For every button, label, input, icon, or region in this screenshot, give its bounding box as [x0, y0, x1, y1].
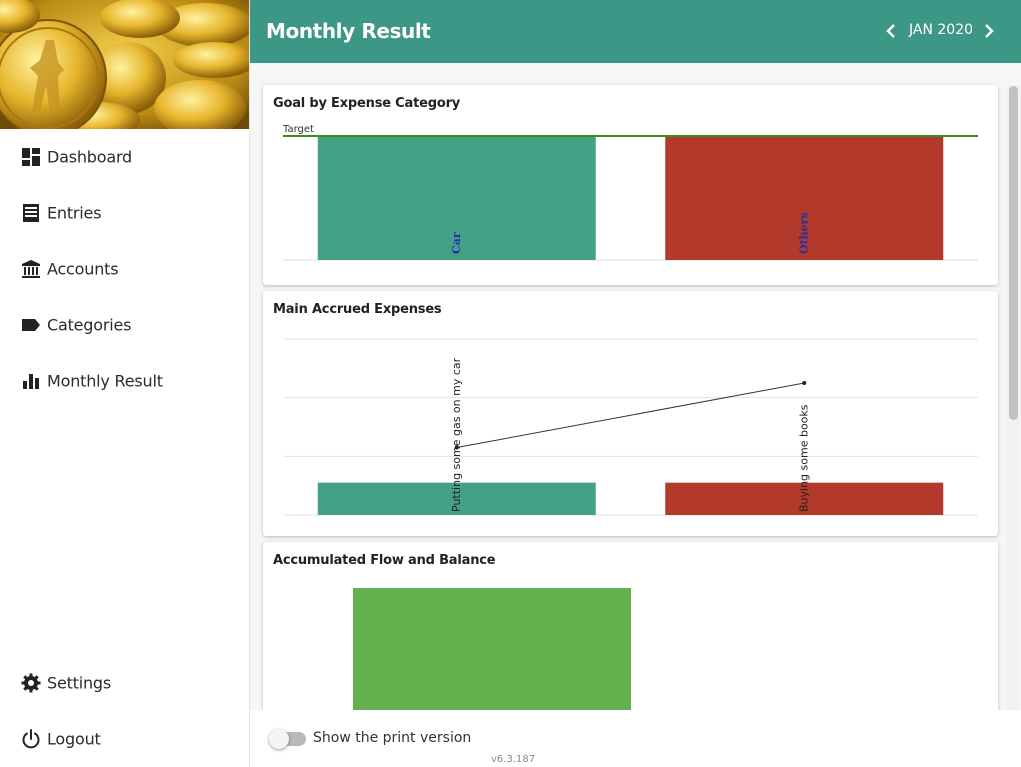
sidebar-item-label: Logout	[47, 729, 101, 749]
main-content: Goal by Expense Category Car Others Target…	[250, 63, 1021, 710]
version-label: v6.3.187	[491, 754, 536, 765]
goal-by-category-card: Goal by Expense Category Car Others Target	[263, 85, 998, 285]
bar-label-car: Car	[450, 232, 463, 254]
sidebar-item-categories[interactable]: Categories	[0, 297, 249, 353]
chevron-left-icon[interactable]	[884, 21, 898, 41]
label-icon	[21, 315, 41, 335]
sidebar-item-monthly-result[interactable]: Monthly Result	[0, 353, 249, 409]
bar-chart-icon	[21, 371, 41, 391]
sidebar-item-dashboard[interactable]: Dashboard	[0, 129, 249, 185]
bar-label-others: Others	[797, 212, 810, 254]
bar-accumulated-flow	[353, 588, 631, 710]
goal-by-category-chart: Car Others Target	[282, 124, 978, 261]
print-version-label: Show the print version	[313, 730, 472, 746]
bar-label-expense-2: Buying some books	[797, 404, 810, 512]
sidebar-item-logout[interactable]: Logout	[0, 711, 249, 767]
sidebar-item-accounts[interactable]: Accounts	[0, 241, 249, 297]
chevron-right-icon[interactable]	[982, 21, 996, 41]
power-icon	[21, 729, 41, 749]
accumulated-flow-card: Accumulated Flow and Balance	[263, 542, 998, 710]
bar-label-expense-1: Putting some gas on my car	[450, 357, 463, 512]
main-accrued-expenses-chart: Putting some gas on my car Buying some bo…	[283, 338, 978, 516]
gear-icon	[21, 673, 41, 693]
receipt-icon	[21, 203, 41, 223]
sidebar-item-entries[interactable]: Entries	[0, 185, 249, 241]
app-header: Monthly Result JAN 2020	[250, 0, 1021, 63]
sidebar-item-label: Entries	[47, 203, 102, 223]
footer: Show the print version v6.3.187	[250, 710, 1021, 767]
main-accrued-expenses-card: Main Accrued Expenses Putting some gas o…	[263, 291, 998, 536]
sidebar-item-label: Categories	[47, 315, 132, 335]
toggle-knob	[269, 729, 289, 749]
page-title: Monthly Result	[266, 19, 431, 43]
dashboard-icon	[21, 147, 41, 167]
sidebar-item-label: Dashboard	[47, 147, 133, 167]
bank-icon	[21, 259, 41, 279]
sidebar-item-settings[interactable]: Settings	[0, 655, 249, 711]
sidebar-item-label: Monthly Result	[47, 371, 163, 391]
sidebar: Dashboard Entries Accounts Categories Mo…	[0, 0, 250, 767]
trend-point-2	[802, 381, 807, 385]
sidebar-item-label: Settings	[47, 673, 112, 693]
month-label: JAN 2020	[909, 22, 974, 38]
target-label: Target	[282, 124, 314, 135]
sidebar-item-label: Accounts	[47, 259, 119, 279]
scrollbar-thumb[interactable]	[1009, 86, 1018, 420]
gold-coins-banner	[0, 0, 249, 129]
print-version-toggle[interactable]	[269, 729, 306, 749]
accumulated-flow-chart	[353, 588, 631, 710]
trend-line	[456, 382, 805, 449]
